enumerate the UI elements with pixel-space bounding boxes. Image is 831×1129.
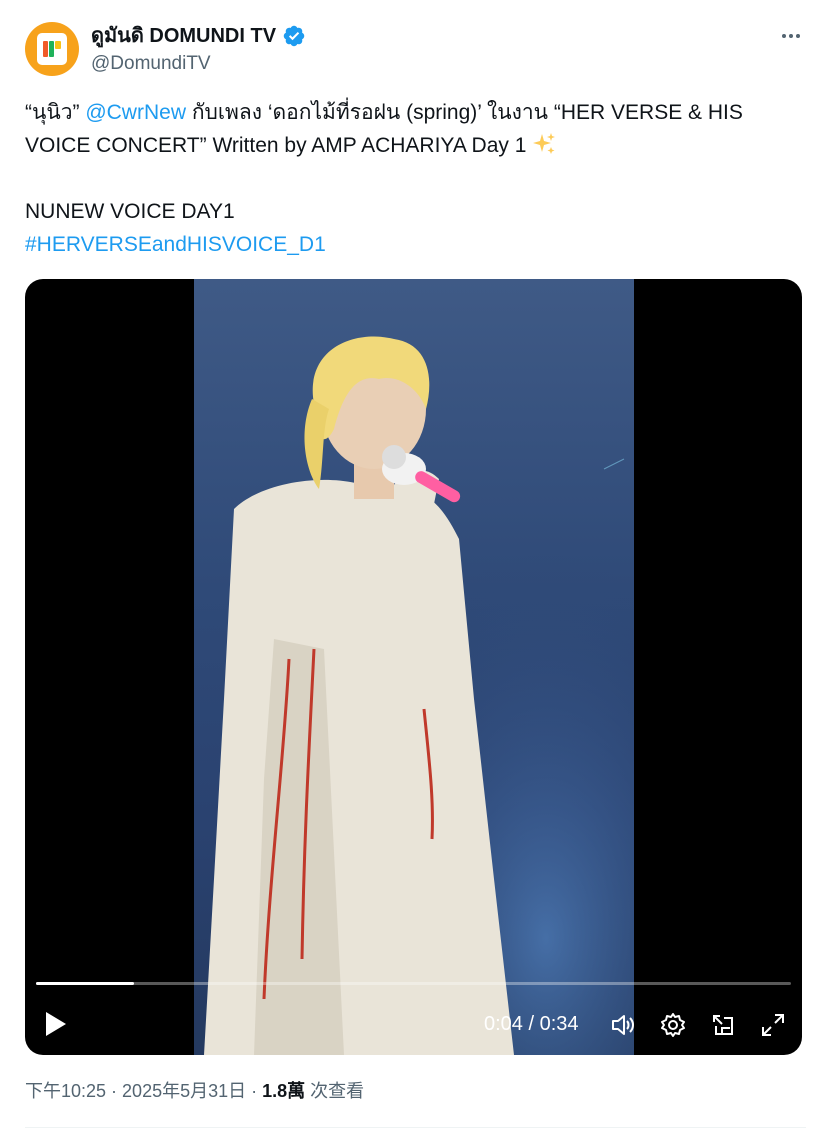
verified-badge-icon bbox=[283, 25, 305, 47]
video-still-image bbox=[194, 279, 634, 1055]
more-dot-icon bbox=[782, 34, 786, 38]
meta-separator: · bbox=[106, 1081, 123, 1101]
view-count: 1.8萬 bbox=[262, 1081, 306, 1101]
volume-icon[interactable] bbox=[610, 1012, 636, 1038]
tweet-line-3: NUNEW VOICE DAY1 bbox=[25, 200, 235, 223]
tweet-header: ดูมันดิ DOMUNDI TV @DomundiTV bbox=[25, 20, 806, 80]
avatar[interactable] bbox=[25, 22, 79, 76]
tweet-text: “นุนิว” @CwrNew กับเพลง ‘ดอกไม้ที่รอฝน (… bbox=[25, 96, 815, 261]
video-frame[interactable] bbox=[194, 279, 634, 1055]
fullscreen-icon[interactable] bbox=[760, 1012, 786, 1038]
video-player[interactable]: 0:04 / 0:34 bbox=[25, 279, 802, 1055]
domundi-logo-icon bbox=[37, 33, 67, 65]
tweet-meta: 下午10:25 · 2025年5月31日 · 1.8萬 次查看 bbox=[25, 1078, 364, 1104]
tweet-text-segment: กับเพลง ‘ดอกไม้ที่รอฝน (spring)’ ในงาน “… bbox=[185, 101, 743, 124]
mention-link[interactable]: @CwrNew bbox=[85, 101, 186, 124]
sparkles-icon bbox=[533, 133, 556, 154]
video-duration: 0:34 bbox=[539, 1013, 579, 1035]
video-progress-bar[interactable] bbox=[36, 982, 791, 985]
tweet-line-1: “นุนิว” @CwrNew กับเพลง ‘ดอกไม้ที่รอฝน (… bbox=[25, 96, 815, 129]
tweet-text-segment: VOICE CONCERT” Written by AMP ACHARIYA D… bbox=[25, 134, 533, 157]
view-count-label: 次查看 bbox=[305, 1081, 365, 1101]
more-options-button[interactable] bbox=[776, 24, 806, 48]
settings-icon[interactable] bbox=[660, 1012, 686, 1038]
meta-separator: · bbox=[246, 1081, 263, 1101]
current-time: 0:04 bbox=[484, 1013, 523, 1035]
tweet-line-2: VOICE CONCERT” Written by AMP ACHARIYA D… bbox=[25, 129, 815, 162]
display-name-text[interactable]: ดูมันดิ DOMUNDI TV bbox=[91, 24, 276, 48]
text-spacer bbox=[25, 162, 815, 195]
tweet-time[interactable]: 下午10:25 bbox=[25, 1081, 106, 1101]
more-dot-icon bbox=[789, 34, 793, 38]
hashtag-link[interactable]: #HERVERSEandHISVOICE_D1 bbox=[25, 228, 815, 261]
tweet-date[interactable]: 2025年5月31日 bbox=[122, 1081, 246, 1101]
pop-out-icon[interactable] bbox=[710, 1012, 736, 1038]
more-dot-icon bbox=[796, 34, 800, 38]
time-separator: / bbox=[522, 1013, 540, 1035]
tweet-text-segment: “นุนิว” bbox=[25, 101, 86, 124]
author-handle[interactable]: @DomundiTV bbox=[91, 52, 211, 76]
author-display-name[interactable]: ดูมันดิ DOMUNDI TV bbox=[91, 24, 306, 48]
divider bbox=[25, 1127, 806, 1128]
play-icon[interactable] bbox=[43, 1009, 69, 1039]
video-time-display: 0:04 / 0:34 bbox=[484, 1012, 579, 1036]
video-progress-fill bbox=[36, 982, 135, 985]
